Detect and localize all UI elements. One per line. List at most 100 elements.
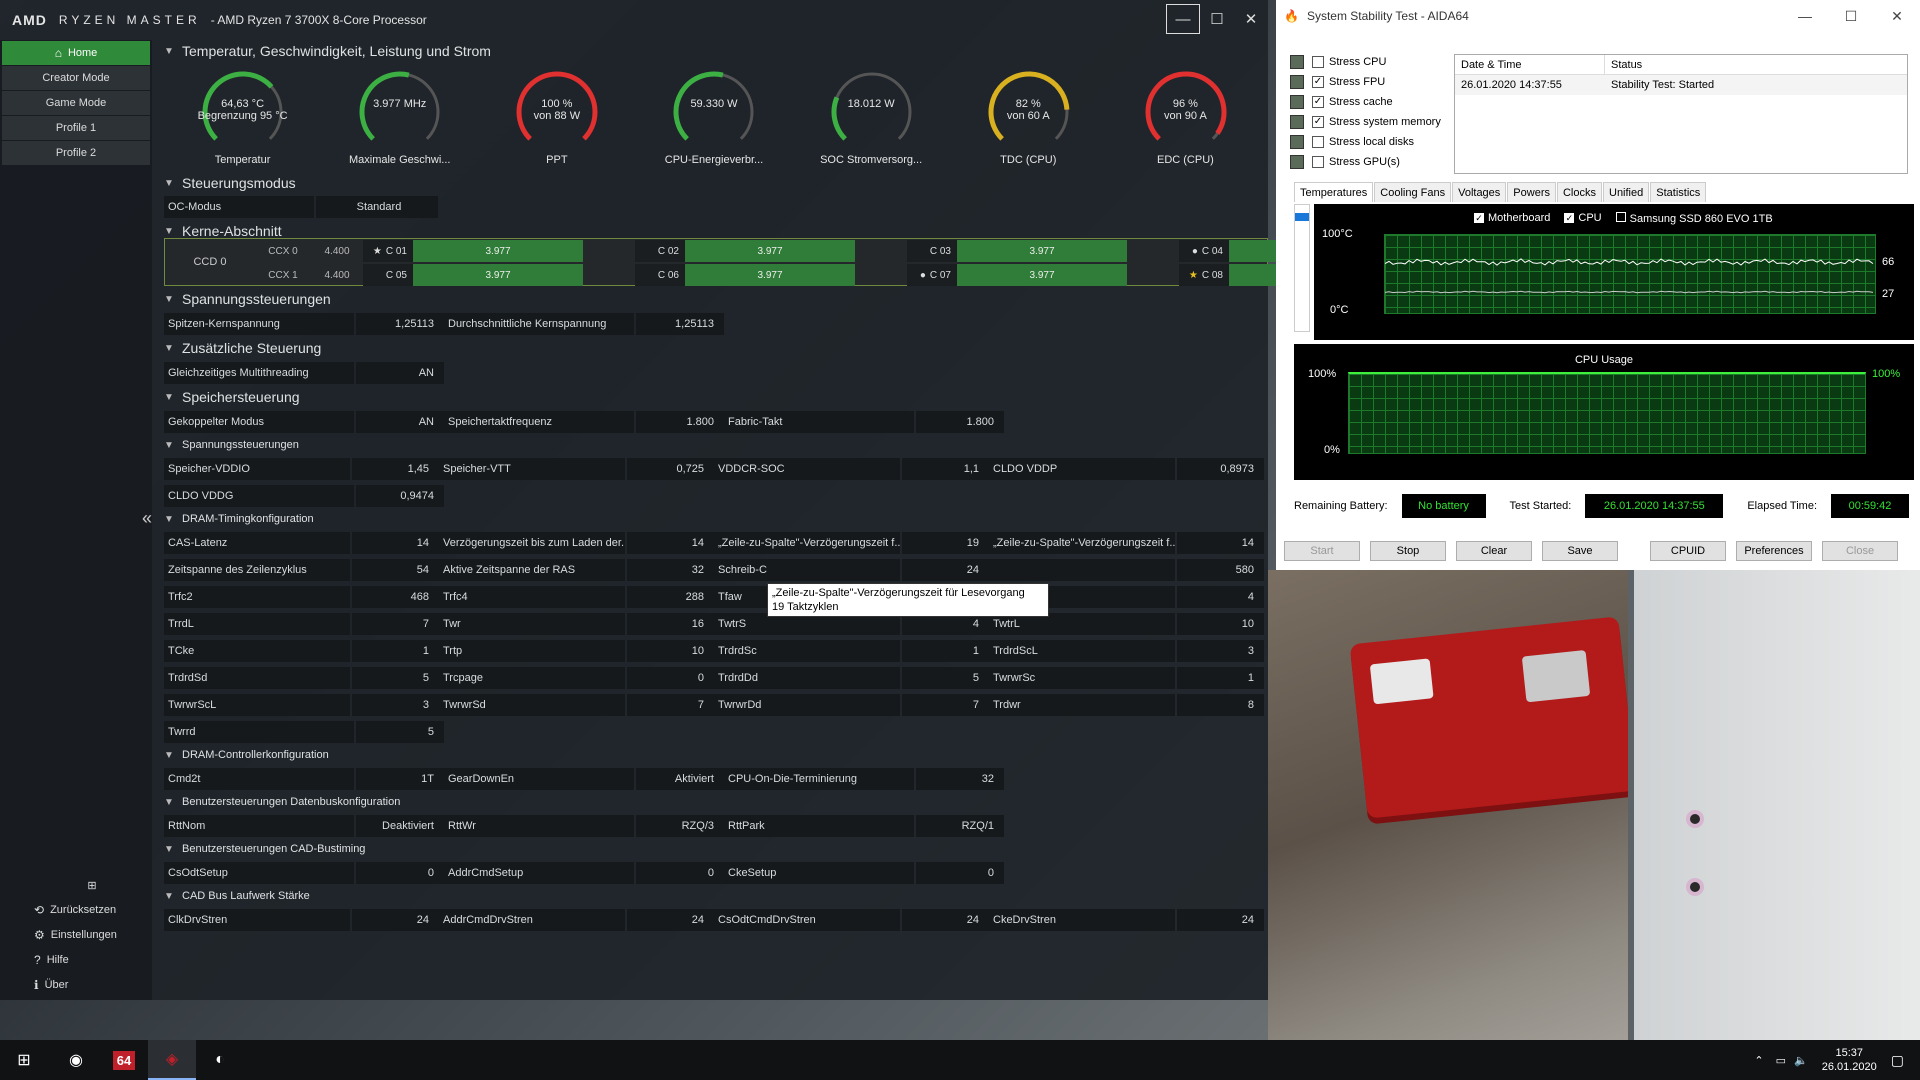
core-name[interactable]: C 03 — [907, 240, 957, 262]
tab-powers[interactable]: Powers — [1507, 182, 1556, 202]
nav-bottom-2[interactable]: ? Hilfe — [2, 948, 150, 972]
ccx-row-0: CCX 0 4.400 ★ C 01 3.977 C 02 3.977 C 03 3.977 ● C… — [255, 240, 1451, 262]
button-preferences[interactable]: Preferences — [1736, 541, 1812, 561]
stress-checkbox[interactable]: ✓ — [1312, 116, 1324, 128]
param-value: 24 — [352, 908, 439, 931]
legend-checkbox[interactable]: ✓ — [1474, 213, 1484, 223]
section-sec_spannung[interactable]: ▼ Spannungssteuerungen — [164, 288, 1264, 310]
button-save[interactable]: Save — [1542, 541, 1618, 561]
core-name[interactable]: ★ C 01 — [363, 240, 413, 262]
button-close[interactable]: Close — [1822, 541, 1898, 561]
nav-game-mode[interactable]: Game Mode — [2, 91, 150, 115]
legend-item[interactable]: ✓ CPU — [1564, 212, 1602, 225]
start-icon[interactable]: ⊞ — [0, 1040, 48, 1080]
clock-date: 26.01.2020 — [1821, 1061, 1877, 1073]
param-label: CsOdtSetup — [164, 861, 354, 884]
section-sec_zusatz[interactable]: ▼ Zusätzliche Steuerung — [164, 337, 1264, 359]
device-icon — [1290, 55, 1304, 69]
nav-profile-1[interactable]: Profile 1 — [2, 116, 150, 140]
row: Zeitspanne des Zeilenzyklus 54 Aktive Zeit… — [164, 556, 1264, 583]
legend-item[interactable]: Samsung SSD 860 EVO 1TB — [1615, 212, 1773, 225]
nav-creator-mode[interactable]: Creator Mode — [2, 66, 150, 90]
section-sec_dram[interactable]: ▼ DRAM-Timingkonfiguration — [164, 509, 1264, 529]
aida-minimize-button[interactable]: — — [1782, 0, 1828, 32]
chrome-icon[interactable]: ◉ — [52, 1040, 100, 1080]
tab-statistics[interactable]: Statistics — [1650, 182, 1707, 202]
stability-test-taskbar-icon[interactable]: ◐ — [196, 1040, 244, 1080]
layout-icon[interactable]: ⊞ — [2, 873, 150, 897]
collapse-sidebar-icon[interactable]: « — [142, 508, 152, 529]
aida64-taskbar-icon[interactable]: 64 — [100, 1040, 148, 1080]
button-clear[interactable]: Clear — [1456, 541, 1532, 561]
param-label: Gleichzeitiges Multithreading — [164, 361, 354, 384]
section-sec_cadstr[interactable]: ▼ CAD Bus Laufwerk Stärke — [164, 886, 1264, 906]
nav-bottom-3[interactable]: ℹ Über — [2, 973, 150, 997]
section-title: DRAM-Controllerkonfiguration — [182, 749, 329, 761]
stress-item-4[interactable]: Stress local disks — [1290, 132, 1441, 152]
stress-item-2[interactable]: ✓ Stress cache — [1290, 92, 1441, 112]
core-name[interactable]: C 05 — [363, 264, 413, 286]
core-name[interactable]: ● C 07 — [907, 264, 957, 286]
nav-bottom-0[interactable]: ⟲ Zurücksetzen — [2, 898, 150, 922]
stress-checkbox[interactable] — [1312, 56, 1324, 68]
ccx-row-1: CCX 1 4.400 C 05 3.977 C 06 3.977 ● C 07 3.977 ★ C… — [255, 264, 1451, 286]
aida-close-button[interactable]: ✕ — [1874, 0, 1920, 32]
nav-label: Einstellungen — [50, 929, 117, 941]
section-sec_ctrl[interactable]: ▼ DRAM-Controllerkonfiguration — [164, 745, 1264, 765]
stress-item-5[interactable]: Stress GPU(s) — [1290, 152, 1441, 172]
gauge-value-line1: 100 % — [541, 98, 573, 110]
stress-checkbox[interactable] — [1312, 136, 1324, 148]
stress-item-3[interactable]: ✓ Stress system memory — [1290, 112, 1441, 132]
legend-item[interactable]: ✓ Motherboard — [1474, 212, 1550, 225]
tab-clocks[interactable]: Clocks — [1556, 182, 1602, 202]
notification-icon[interactable]: ▢ — [1891, 1052, 1904, 1069]
chevron-up-icon[interactable]: ⌃ — [1754, 1054, 1763, 1067]
section-temperature[interactable]: ▼ Temperatur, Geschwindigkeit, Leistung u… — [164, 40, 1264, 62]
maximize-button[interactable]: ☐ — [1200, 4, 1234, 34]
ryzen-master-taskbar-icon[interactable]: ◈ — [148, 1040, 196, 1080]
core-name[interactable]: ★ C 08 — [1179, 264, 1229, 286]
section-sec_bus[interactable]: ▼ Benutzersteuerungen Datenbuskonfigurati… — [164, 792, 1264, 812]
param-label: „Zeile-zu-Spalte"-Verzögerungszeit f... — [714, 531, 901, 554]
network-icon[interactable]: ▭ — [1776, 1054, 1786, 1067]
tab-temperatures[interactable]: Temperatures — [1294, 182, 1374, 202]
aida-maximize-button[interactable]: ☐ — [1828, 0, 1874, 32]
button-stop[interactable]: Stop — [1370, 541, 1446, 561]
param-label: Trdwr — [989, 693, 1176, 716]
button-cpuid[interactable]: CPUID — [1650, 541, 1726, 561]
gauge-value: 96 % von 90 A — [1107, 98, 1264, 122]
core-name[interactable]: C 06 — [635, 264, 685, 286]
section-steuerungsmodus[interactable]: ▼ Steuerungsmodus — [164, 172, 1264, 194]
nav-profile-2[interactable]: Profile 2 — [2, 141, 150, 165]
nav-home[interactable]: ⌂ Home — [2, 41, 150, 65]
tab-cooling-fans[interactable]: Cooling Fans — [1374, 182, 1452, 202]
volume-icon[interactable]: 🔈 — [1794, 1054, 1808, 1067]
section-sec_sp2[interactable]: ▼ Spannungssteuerungen — [164, 435, 1264, 455]
tooltip-line: „Zeile-zu-Spalte"-Verzögerungszeit für L… — [772, 587, 1025, 599]
minimize-button[interactable]: — — [1166, 4, 1200, 34]
core-name[interactable]: C 02 — [635, 240, 685, 262]
stress-checkbox[interactable]: ✓ — [1312, 76, 1324, 88]
legend-checkbox[interactable] — [1615, 212, 1626, 222]
tab-voltages[interactable]: Voltages — [1452, 182, 1507, 202]
cpu-usage-readout: 100% — [1872, 368, 1901, 380]
chevron-down-icon: ▼ — [164, 177, 174, 189]
stress-item-0[interactable]: Stress CPU — [1290, 52, 1441, 72]
tab-unified[interactable]: Unified — [1603, 182, 1650, 202]
clock[interactable]: 15:37 26.01.2020 — [1822, 1046, 1877, 1074]
button-start[interactable]: Start — [1284, 541, 1360, 561]
stress-item-1[interactable]: ✓ Stress FPU — [1290, 72, 1441, 92]
close-button[interactable]: ✕ — [1234, 4, 1268, 34]
stress-checkbox[interactable] — [1312, 156, 1324, 168]
section-sec_cad[interactable]: ▼ Benutzersteuerungen CAD-Bustiming — [164, 839, 1264, 859]
nav-bottom-1[interactable]: ⚙ Einstellungen — [2, 923, 150, 947]
legend-checkbox[interactable]: ✓ — [1564, 213, 1575, 223]
param-label: ClkDrvStren — [164, 908, 351, 931]
section-sec_speicher[interactable]: ▼ Speichersteuerung — [164, 386, 1264, 408]
ryzen-master-window: AMD RYZEN MASTER - AMD Ryzen 7 3700X 8-C… — [0, 0, 1399, 1000]
stress-checkbox[interactable]: ✓ — [1312, 96, 1324, 108]
core-name[interactable]: ● C 04 — [1179, 240, 1229, 262]
core-marker-icon: ★ — [1188, 269, 1198, 281]
gauge-2: 100 % von 88 W PPT — [478, 62, 635, 172]
chevron-down-icon: ▼ — [164, 45, 174, 57]
